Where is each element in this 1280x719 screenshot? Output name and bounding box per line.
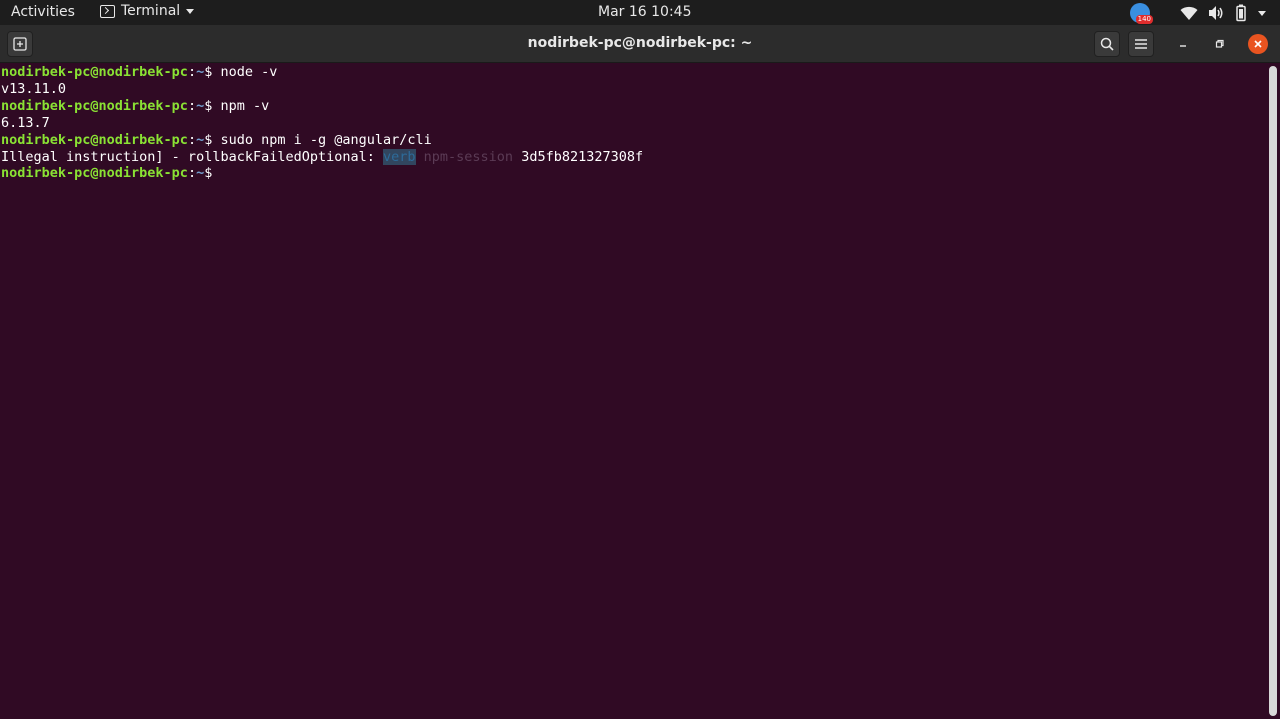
output-text: 6.13.7: [1, 114, 50, 131]
window-title: nodirbek-pc@nodirbek-pc: ~: [527, 35, 753, 51]
close-button[interactable]: [1245, 31, 1271, 57]
gnome-top-bar: Activities Terminal Mar 16 10:45 140: [0, 0, 1280, 25]
prompt-user: nodirbek-pc@nodirbek-pc: [1, 97, 188, 114]
search-icon: [1100, 37, 1114, 51]
restore-icon: [1215, 39, 1224, 48]
command-text: sudo npm i -g @angular/cli: [212, 131, 432, 148]
system-tray[interactable]: 140: [1130, 3, 1266, 24]
minimize-button[interactable]: [1170, 31, 1196, 57]
chevron-down-icon: [186, 8, 195, 14]
progress-verb: verb: [383, 148, 416, 165]
prompt-separator: :: [187, 97, 197, 114]
prompt-path: ~: [196, 165, 205, 182]
battery-icon[interactable]: [1234, 4, 1248, 22]
app-indicator-icon[interactable]: 140: [1130, 3, 1153, 24]
prompt-path: ~: [196, 97, 205, 114]
terminal-line: Illegal instruction] - rollbackFailedOpt…: [1, 148, 1268, 166]
terminal-line: v13.11.0: [1, 81, 1268, 98]
error-text: Illegal instruction] - rollbackFailedOpt…: [1, 148, 384, 165]
prompt-path: ~: [196, 64, 205, 80]
output-text: v13.11.0: [1, 80, 67, 97]
command-text: npm -v: [212, 97, 270, 114]
prompt-symbol: $: [204, 165, 213, 182]
prompt-user: nodirbek-pc@nodirbek-pc: [1, 131, 188, 148]
app-menu-label: Terminal: [121, 3, 181, 19]
hamburger-menu-button[interactable]: [1128, 31, 1154, 57]
terminal-line: nodirbek-pc@nodirbek-pc:~$ node -v: [1, 64, 1268, 81]
scrollbar[interactable]: [1269, 66, 1277, 716]
progress-session: npm-session: [415, 148, 514, 165]
terminal-line: nodirbek-pc@nodirbek-pc:~$ sudo npm i -g…: [1, 132, 1268, 149]
volume-icon[interactable]: [1208, 5, 1224, 21]
terminal-icon: [100, 4, 115, 18]
app-menu[interactable]: Terminal: [100, 3, 195, 19]
session-id: 3d5fb821327308f: [513, 148, 644, 165]
maximize-button[interactable]: [1207, 31, 1233, 57]
terminal-line: nodirbek-pc@nodirbek-pc:~$ npm -v: [1, 98, 1268, 115]
wifi-icon[interactable]: [1180, 5, 1198, 21]
prompt-user: nodirbek-pc@nodirbek-pc: [1, 64, 188, 80]
clock[interactable]: Mar 16 10:45: [598, 4, 691, 20]
terminal-line: nodirbek-pc@nodirbek-pc:~$: [1, 165, 1268, 182]
command-text: node -v: [212, 64, 278, 80]
chevron-down-icon[interactable]: [1258, 10, 1266, 16]
prompt-separator: :: [187, 64, 197, 80]
prompt-separator: :: [187, 131, 197, 148]
search-button[interactable]: [1094, 31, 1120, 57]
minimize-icon: [1180, 45, 1186, 47]
activities-button[interactable]: Activities: [11, 4, 75, 20]
terminal-line: 6.13.7: [1, 115, 1268, 132]
window-header-bar: nodirbek-pc@nodirbek-pc: ~: [0, 25, 1280, 63]
spacer: [1160, 8, 1170, 18]
prompt-path: ~: [196, 131, 205, 148]
close-icon: [1248, 34, 1268, 54]
prompt-separator: :: [187, 165, 197, 182]
notification-badge: 140: [1135, 15, 1153, 24]
prompt-user: nodirbek-pc@nodirbek-pc: [1, 165, 188, 182]
terminal-output[interactable]: nodirbek-pc@nodirbek-pc:~$ node -v v13.11…: [0, 64, 1268, 719]
menu-icon: [1135, 39, 1147, 49]
